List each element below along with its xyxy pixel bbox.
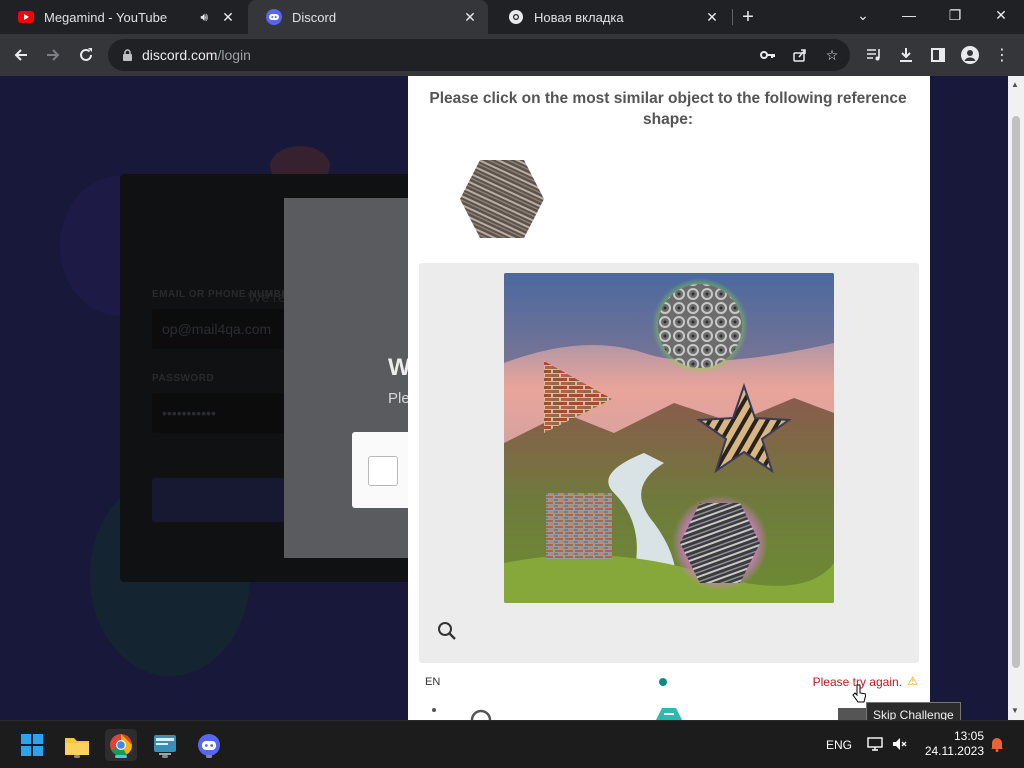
minimize-button[interactable]: — <box>886 0 932 30</box>
new-tab-button[interactable]: + <box>736 5 760 29</box>
media-control-icon[interactable] <box>862 43 886 67</box>
captcha-challenge-panel: Please click on the most similar object … <box>408 76 930 720</box>
zoom-icon[interactable] <box>437 621 457 641</box>
restore-button[interactable]: ❐ <box>932 0 978 30</box>
windows-logo-icon <box>21 734 43 756</box>
modal-subtitle: Ple <box>388 390 410 407</box>
close-tab-icon[interactable]: ✕ <box>704 9 720 25</box>
warning-icon: ⚠ <box>907 674 918 688</box>
chrome-icon <box>508 9 524 25</box>
browser-toolbar: discord.com/login ☆ ⋮ <box>0 34 1024 76</box>
start-button[interactable] <box>16 729 48 761</box>
keyboard-language[interactable]: ENG <box>826 738 852 752</box>
tab-youtube[interactable]: Megamind - YouTube 🔊︎ ✕ <box>0 0 246 34</box>
forward-arrow-icon[interactable] <box>41 43 65 67</box>
discord-icon <box>266 9 282 25</box>
info-icon[interactable] <box>426 706 442 720</box>
captcha-checkbox[interactable] <box>368 456 398 486</box>
taskbar-file-explorer[interactable] <box>61 729 93 761</box>
windows-taskbar: ENG 13:05 24.11.2023 <box>0 720 1024 768</box>
menu-icon[interactable]: ⋮ <box>990 43 1014 67</box>
challenge-image[interactable] <box>504 273 834 603</box>
youtube-icon <box>18 9 34 25</box>
url-text: discord.com/login <box>142 47 251 63</box>
network-icon[interactable] <box>866 735 884 753</box>
reload-icon[interactable] <box>74 43 98 67</box>
tab-title: Discord <box>292 9 337 25</box>
taskbar-discord[interactable] <box>193 729 225 761</box>
folder-icon <box>65 738 89 755</box>
system-clock[interactable]: 13:05 24.11.2023 <box>920 729 984 759</box>
scrollbar-thumb[interactable] <box>1012 116 1020 668</box>
challenge-prompt: Please click on the most similar object … <box>429 90 907 128</box>
share-icon[interactable] <box>788 43 812 67</box>
refresh-icon[interactable] <box>468 706 494 720</box>
tab-title: Megamind - YouTube <box>44 9 168 25</box>
browser-tab-strip: Megamind - YouTube 🔊︎ ✕ Discord ✕ Новая … <box>0 0 1024 34</box>
page-scrollbar[interactable]: ▲ ▼ <box>1008 76 1024 720</box>
scroll-down-icon[interactable]: ▼ <box>1011 706 1019 715</box>
star-icon[interactable]: ☆ <box>820 43 844 67</box>
terminal-app-icon <box>154 735 176 755</box>
tab-new-tab[interactable]: Новая вкладка ✕ <box>490 0 730 34</box>
tab-separator <box>732 9 733 25</box>
close-tab-icon[interactable]: ✕ <box>462 9 478 25</box>
challenge-area <box>419 263 919 663</box>
taskbar-chrome[interactable] <box>105 729 137 761</box>
chrome-icon <box>110 734 132 756</box>
speaker-icon[interactable]: 🔊︎ <box>200 10 208 25</box>
hcaptcha-logo-icon <box>656 708 682 720</box>
back-arrow-icon[interactable] <box>9 43 33 67</box>
scroll-up-icon[interactable]: ▲ <box>1011 80 1019 89</box>
side-panel-icon[interactable] <box>926 43 950 67</box>
language-selector[interactable]: EN <box>425 676 440 688</box>
close-window-button[interactable]: ✕ <box>978 0 1024 30</box>
close-tab-icon[interactable]: ✕ <box>220 9 236 25</box>
hand-cursor-icon <box>852 684 866 703</box>
discord-icon <box>198 734 220 756</box>
web-page: We're EMAIL OR PHONE NUMBER op@mail4qa.c… <box>0 76 1024 720</box>
taskbar-app[interactable] <box>149 729 181 761</box>
lock-icon[interactable] <box>122 48 134 62</box>
tab-discord[interactable]: Discord ✕ <box>248 0 488 34</box>
key-icon[interactable] <box>756 43 780 67</box>
profile-icon[interactable] <box>958 43 982 67</box>
screen: Megamind - YouTube 🔊︎ ✕ Discord ✕ Новая … <box>0 0 1024 768</box>
download-icon[interactable] <box>894 43 918 67</box>
reference-shape-image <box>460 160 544 238</box>
volume-muted-icon[interactable] <box>891 735 909 753</box>
address-bar[interactable]: discord.com/login ☆ <box>108 39 850 71</box>
progress-dot <box>659 678 667 686</box>
tab-title: Новая вкладка <box>534 9 624 25</box>
tab-search-icon[interactable]: ⌄ <box>840 0 886 30</box>
notification-bell-icon[interactable] <box>988 735 1006 753</box>
